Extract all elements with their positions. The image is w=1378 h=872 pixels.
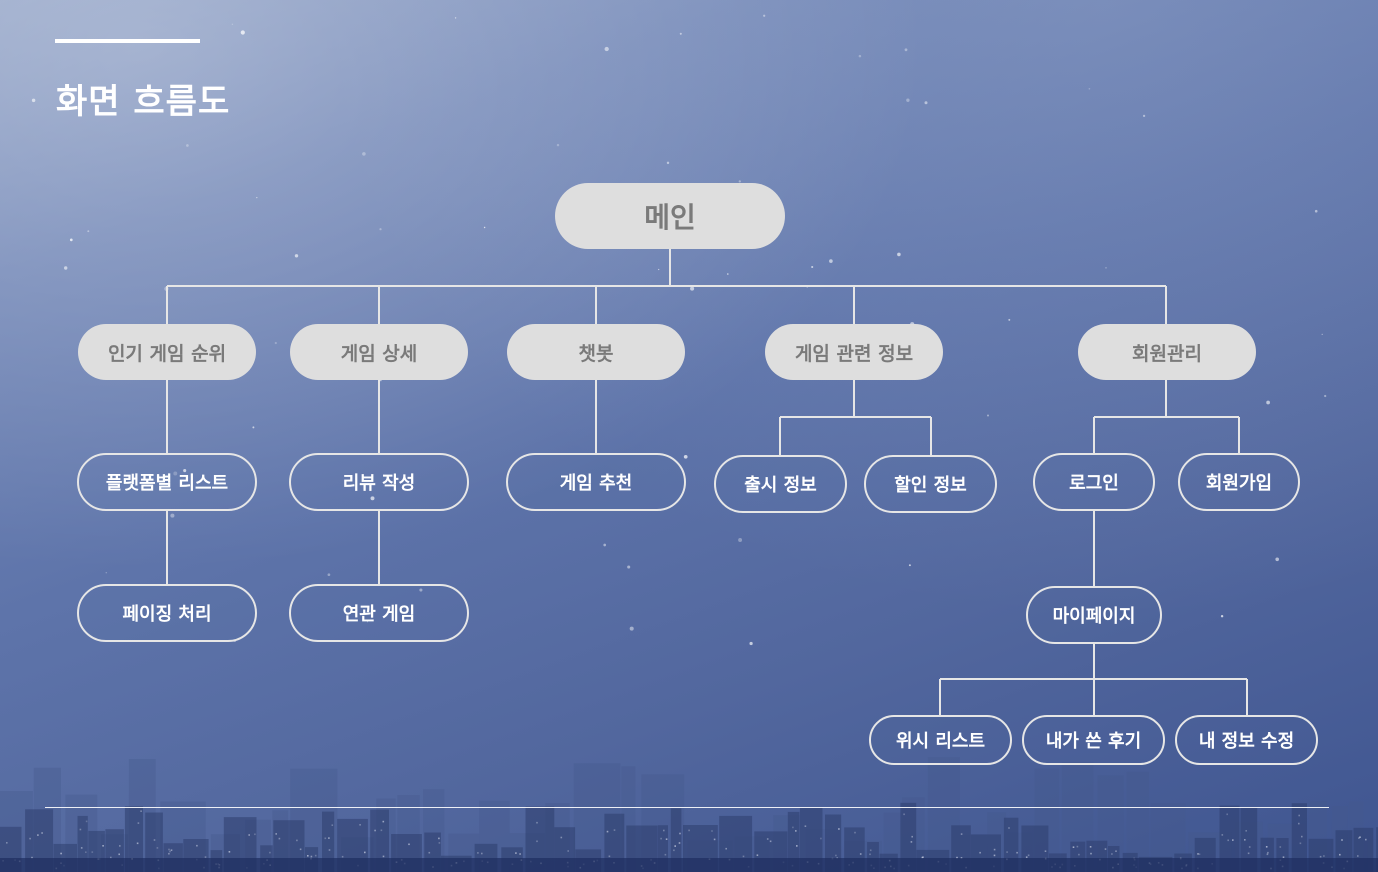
node-paging: 페이징 처리 <box>77 584 257 642</box>
node-game-detail: 게임 상세 <box>290 324 468 380</box>
connector-lines <box>166 249 1248 715</box>
bottom-rule <box>45 807 1329 808</box>
node-main: 메인 <box>555 183 785 249</box>
node-platform-list: 플랫폼별 리스트 <box>77 453 257 511</box>
node-write-review: 리뷰 작성 <box>289 453 469 511</box>
node-login: 로그인 <box>1033 453 1155 511</box>
node-popular-ranking: 인기 게임 순위 <box>78 324 256 380</box>
node-my-reviews: 내가 쓴 후기 <box>1022 715 1165 765</box>
node-chatbot: 챗봇 <box>507 324 685 380</box>
node-release-info: 출시 정보 <box>714 455 847 513</box>
node-wishlist: 위시 리스트 <box>869 715 1012 765</box>
node-edit-profile: 내 정보 수정 <box>1175 715 1318 765</box>
connector-mypage-split <box>939 643 1248 715</box>
connector-info-split <box>779 380 932 455</box>
node-member-management: 회원관리 <box>1078 324 1256 380</box>
node-game-info: 게임 관련 정보 <box>765 324 943 380</box>
node-signup: 회원가입 <box>1178 453 1300 511</box>
node-discount-info: 할인 정보 <box>864 455 997 513</box>
node-mypage: 마이페이지 <box>1026 586 1162 644</box>
node-related-games: 연관 게임 <box>289 584 469 642</box>
node-game-recommend: 게임 추천 <box>506 453 686 511</box>
connector-member-split <box>1093 380 1240 453</box>
